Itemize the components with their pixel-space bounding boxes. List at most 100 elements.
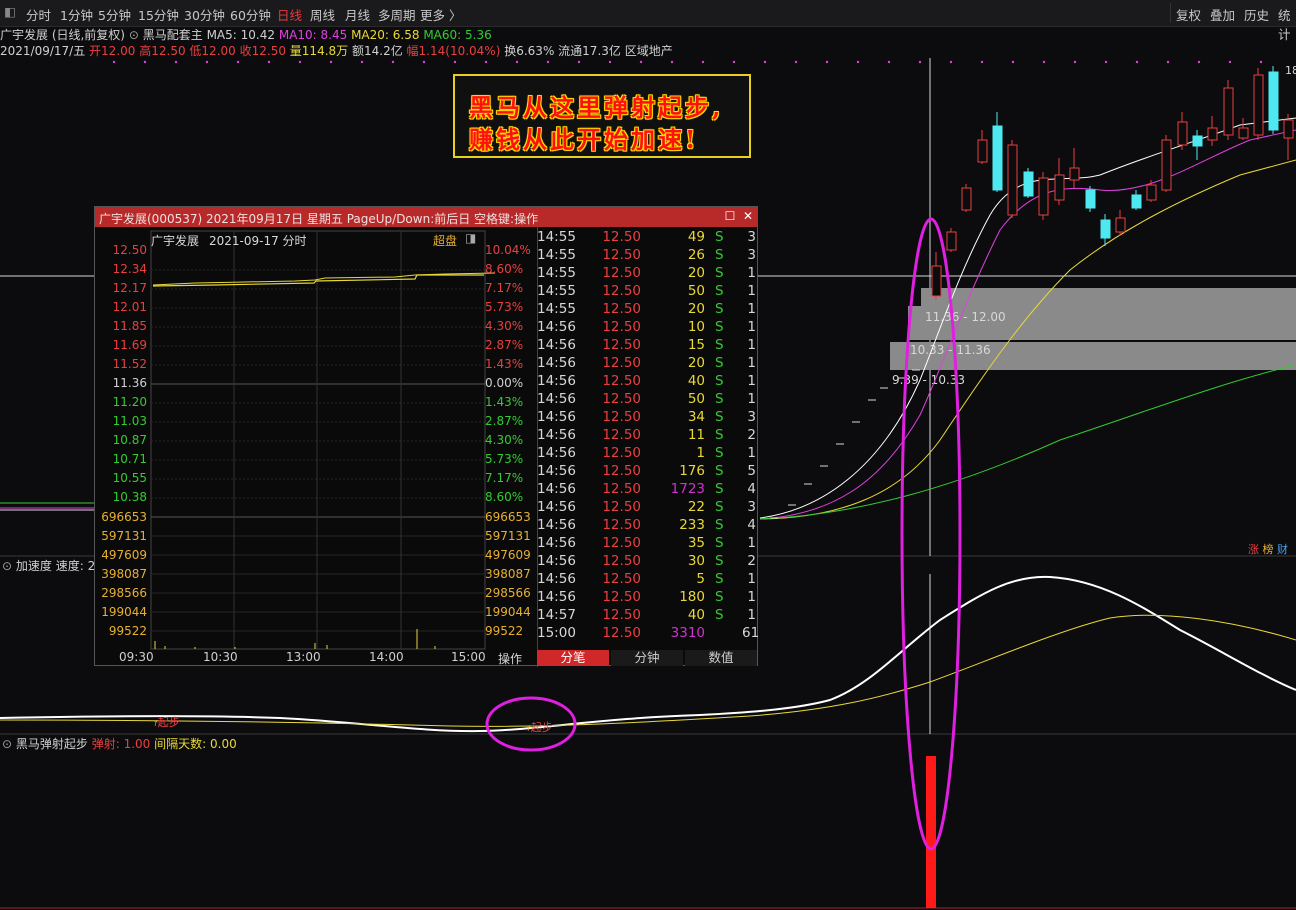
tick-side: S xyxy=(715,319,724,335)
tick-volume: 20 xyxy=(687,265,705,281)
tick-list[interactable]: 14:55 12.50 49 S 3 14:55 12.50 26 S 3 14:55 12.50 20… xyxy=(537,228,759,648)
tick-row: 14:56 12.50 15 S 1 xyxy=(537,336,757,354)
close-icon[interactable]: ✕ xyxy=(741,209,755,223)
panel-toggle-icon[interactable]: ⊙ xyxy=(2,559,12,573)
signal-dot xyxy=(205,60,209,64)
volume-label: 696653 xyxy=(485,510,531,524)
signal-dot xyxy=(1073,60,1077,64)
popup-tab-2[interactable]: 数值 xyxy=(685,650,757,666)
signal-dot xyxy=(1166,60,1170,64)
tick-row: 14:56 12.50 35 S 1 xyxy=(537,534,757,552)
maximize-icon[interactable]: ☐ xyxy=(723,209,737,223)
tick-price: 12.50 xyxy=(602,445,641,461)
tick-time: 14:55 xyxy=(537,247,576,263)
tick-row: 14:57 12.50 40 S 1 xyxy=(537,606,757,624)
signal-dot xyxy=(608,60,612,64)
tick-volume: 10 xyxy=(687,319,705,335)
signal-dot xyxy=(918,60,922,64)
tick-time: 14:56 xyxy=(537,337,576,353)
volume-label: 597131 xyxy=(485,529,531,543)
tick-row: 14:56 12.50 1 S 1 xyxy=(537,444,757,462)
tick-price: 12.50 xyxy=(602,607,641,623)
ma60-line xyxy=(759,364,1296,520)
tick-volume: 15 xyxy=(687,337,705,353)
signal-dot xyxy=(701,60,705,64)
limit-up-badge[interactable]: 涨 xyxy=(1248,543,1259,556)
tick-price: 12.50 xyxy=(602,301,641,317)
tick-count: 1 xyxy=(747,319,756,335)
candle-body xyxy=(931,265,942,297)
tick-row: 14:56 12.50 22 S 3 xyxy=(537,498,757,516)
pct-label: 4.30% xyxy=(485,319,524,333)
signal-dot xyxy=(453,60,457,64)
tick-volume: 11 xyxy=(687,427,705,443)
panel3-header: ⊙ 黑马弹射起步 弹射: 1.00 间隔天数: 0.00 xyxy=(2,735,237,752)
volume-label: 497609 xyxy=(101,548,147,562)
tick-volume: 20 xyxy=(687,355,705,371)
tick-count: 1 xyxy=(747,607,756,623)
tick-price: 12.50 xyxy=(602,319,641,335)
popup-tab-0[interactable]: 分笔 xyxy=(537,650,609,666)
candle-body xyxy=(1100,219,1111,239)
tick-row: 14:55 12.50 26 S 3 xyxy=(537,246,757,264)
tick-row: 14:56 12.50 34 S 3 xyxy=(537,408,757,426)
pct-label: 4.30% xyxy=(485,433,524,447)
price-label: 12.34 xyxy=(112,262,147,276)
tick-volume: 40 xyxy=(687,373,705,389)
panel2-indicator-name[interactable]: 加速度 xyxy=(16,559,52,573)
signal-dot xyxy=(143,60,147,64)
candle-body xyxy=(1253,74,1264,136)
popup-tab-1[interactable]: 分钟 xyxy=(611,650,683,666)
panel-switch-icon[interactable]: ◨ xyxy=(465,231,476,245)
tick-row: 14:55 12.50 20 S 1 xyxy=(537,264,757,282)
ranking-badge[interactable]: 榜 xyxy=(1263,543,1274,556)
candle-body xyxy=(992,125,1003,191)
pct-label: 5.73% xyxy=(485,452,524,466)
panel3-indicator-name[interactable]: 黑马弹射起步 xyxy=(16,737,88,751)
tick-row: 14:55 12.50 20 S 1 xyxy=(537,300,757,318)
tick-side: S xyxy=(715,355,724,371)
candle-body xyxy=(1161,139,1172,191)
tick-side: S xyxy=(715,409,724,425)
intraday-mode-tag[interactable]: 超盘 xyxy=(433,232,457,249)
popup-title: 广宇发展(000537) 2021年09月17日 星期五 PageUp/Down… xyxy=(99,212,539,226)
start-signal-label: ⭎起步 xyxy=(154,716,180,729)
volume-label: 696653 xyxy=(101,510,147,524)
candle-body xyxy=(1268,71,1279,131)
signal-dot xyxy=(577,60,581,64)
tick-time: 14:56 xyxy=(537,499,576,515)
candle-body xyxy=(1007,144,1018,216)
tick-count: 1 xyxy=(747,301,756,317)
signal-dot xyxy=(980,60,984,64)
tick-row: 14:56 12.50 1723 S 4 xyxy=(537,480,757,498)
candle-body xyxy=(946,231,957,251)
panel-toggle-icon[interactable]: ⊙ xyxy=(2,737,12,751)
panel2-header: ⊙ 加速度 速度: 2 xyxy=(2,557,95,574)
tick-time: 14:56 xyxy=(537,517,576,533)
intraday-chart[interactable] xyxy=(95,227,537,667)
tick-count: 2 xyxy=(747,427,756,443)
panel3-param-1: 弹射: 1.00 xyxy=(91,737,151,751)
tick-price: 12.50 xyxy=(602,553,641,569)
signal-dot xyxy=(763,60,767,64)
tick-price: 12.50 xyxy=(602,589,641,605)
tick-volume: 3310 xyxy=(670,625,705,641)
kline-candles xyxy=(931,66,1294,300)
volume-label: 298566 xyxy=(485,586,531,600)
intraday-header: 广宇发展 2021-09-17 分时 超盘 ◨ xyxy=(151,229,481,249)
ejection-signal-bar xyxy=(926,756,936,908)
pct-label: 7.17% xyxy=(485,281,524,295)
finance-badge[interactable]: 财 xyxy=(1277,543,1288,556)
tick-side: S xyxy=(715,265,724,281)
tick-time: 14:56 xyxy=(537,571,576,587)
tick-time: 15:00 xyxy=(537,625,576,641)
popup-titlebar[interactable]: 广宇发展(000537) 2021年09月17日 星期五 PageUp/Down… xyxy=(95,207,757,227)
operate-button[interactable]: 操作 xyxy=(487,650,533,667)
candle-body xyxy=(1085,189,1096,209)
tick-count: 1 xyxy=(747,337,756,353)
tick-price: 12.50 xyxy=(602,283,641,299)
intraday-popup-window[interactable]: 广宇发展(000537) 2021年09月17日 星期五 PageUp/Down… xyxy=(94,206,759,667)
candle-body xyxy=(1192,135,1203,147)
tick-row: 14:56 12.50 180 S 1 xyxy=(537,588,757,606)
tick-volume: 34 xyxy=(687,409,705,425)
